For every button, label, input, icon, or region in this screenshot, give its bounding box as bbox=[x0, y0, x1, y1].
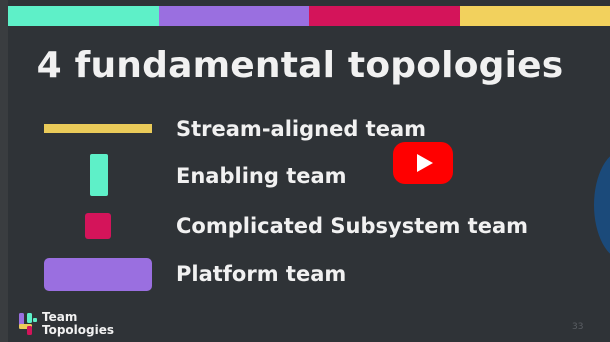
topology-label-enabling: Enabling team bbox=[176, 164, 347, 188]
stream-aligned-team-shape bbox=[44, 124, 152, 133]
complicated-subsystem-team-shape bbox=[85, 213, 111, 239]
color-strip-segment-yellow bbox=[459, 6, 610, 26]
topology-row-stream-aligned: Stream-aligned team bbox=[0, 112, 610, 152]
color-strip-segment-purple bbox=[158, 6, 309, 26]
enabling-team-shape bbox=[90, 154, 108, 196]
team-topologies-logo-icon bbox=[19, 313, 37, 335]
logo-text: Team Topologies bbox=[42, 311, 114, 337]
youtube-play-icon bbox=[417, 154, 433, 172]
topology-label-platform: Platform team bbox=[176, 262, 347, 286]
platform-team-shape bbox=[44, 258, 152, 291]
logo-text-line-2: Topologies bbox=[42, 323, 115, 337]
topology-row-enabling: Enabling team bbox=[0, 154, 610, 198]
topology-label-stream-aligned: Stream-aligned team bbox=[176, 117, 427, 141]
team-topologies-logo: Team Topologies bbox=[18, 311, 128, 339]
slide-page-number: 33 bbox=[572, 322, 584, 332]
color-strip-segment-teal bbox=[8, 6, 159, 26]
video-frame[interactable]: 4 fundamental topologies Stream-aligned … bbox=[0, 0, 610, 342]
color-strip bbox=[8, 6, 610, 26]
color-strip-segment-crimson bbox=[309, 6, 460, 26]
topology-row-platform: Platform team bbox=[0, 256, 610, 296]
youtube-play-button[interactable] bbox=[393, 142, 453, 184]
topology-row-complicated-subsystem: Complicated Subsystem team bbox=[0, 208, 610, 248]
topology-label-complicated-subsystem: Complicated Subsystem team bbox=[176, 214, 528, 238]
slide-title: 4 fundamental topologies bbox=[36, 45, 564, 86]
